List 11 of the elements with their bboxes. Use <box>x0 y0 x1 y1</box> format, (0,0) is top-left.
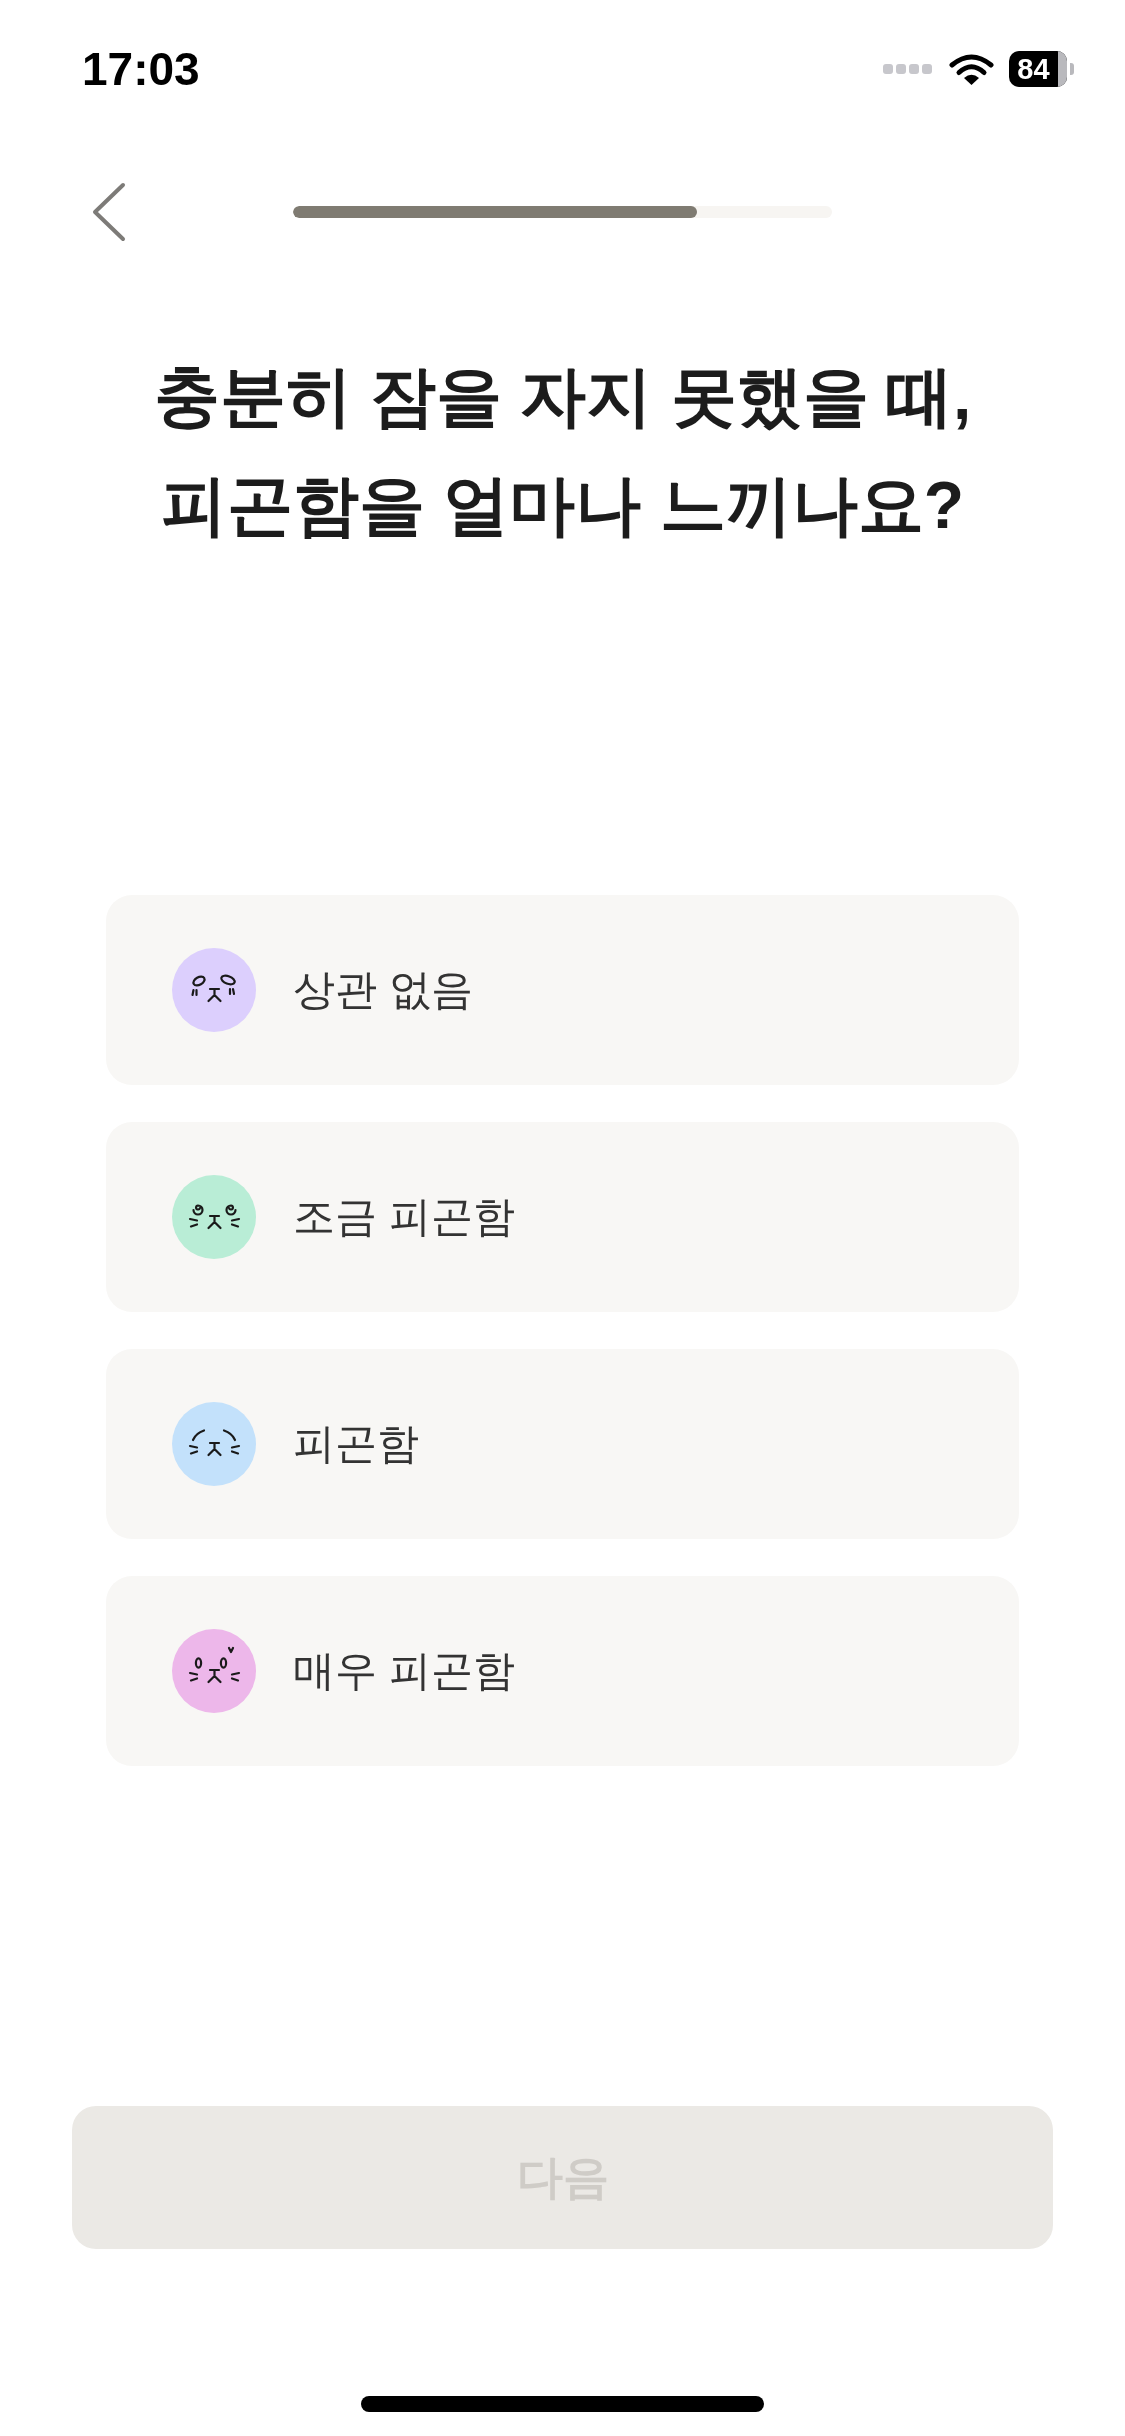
question-title: 충분히 잠을 자지 못했을 때, 피곤함을 얼마나 느끼나요? <box>153 358 972 544</box>
signal-icon <box>883 64 933 74</box>
option-card[interactable]: 상관 없음 <box>106 895 1019 1085</box>
battery-percentage: 84 <box>1017 54 1050 84</box>
option-card[interactable]: 피곤함 <box>106 1349 1019 1539</box>
option-card[interactable]: 매우 피곤함 <box>106 1576 1019 1766</box>
wifi-icon <box>949 52 994 86</box>
battery-icon <box>1009 51 1075 87</box>
option-card[interactable]: 조금 피곤함 <box>106 1122 1019 1312</box>
chevron-left-icon[interactable] <box>92 182 126 242</box>
status-time: 17:03 <box>82 46 200 92</box>
